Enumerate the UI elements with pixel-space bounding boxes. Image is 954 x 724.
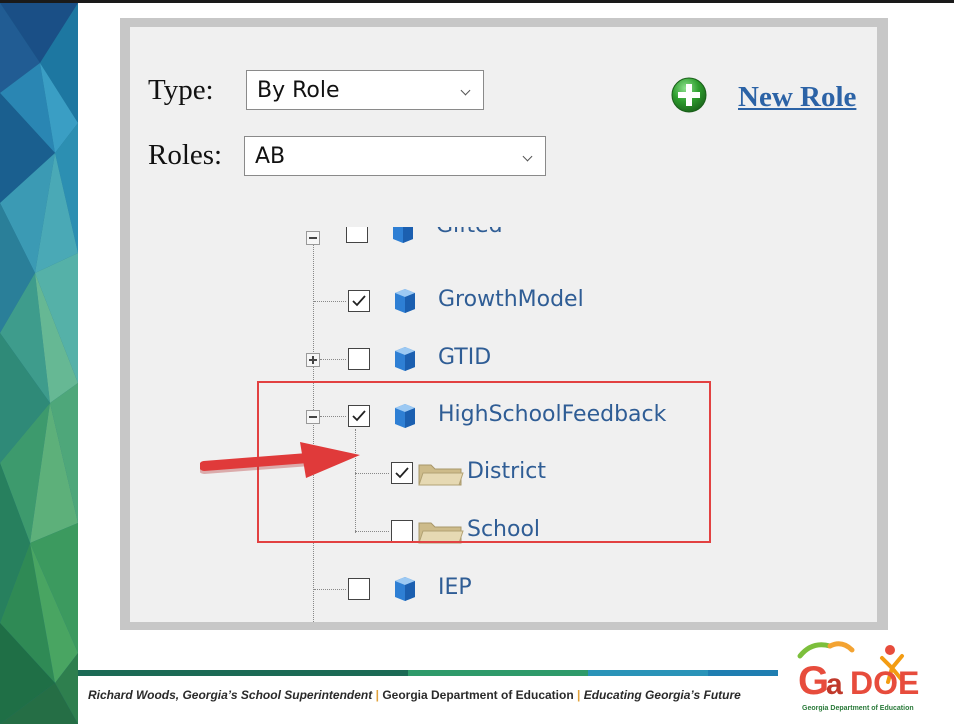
- footer-tagline: Educating Georgia’s Future: [583, 688, 741, 702]
- tree-row-partial: Gifted: [300, 227, 560, 251]
- cube-icon: [393, 227, 413, 243]
- expand-toggle[interactable]: [306, 353, 320, 367]
- node-label-partial: Gifted: [436, 227, 503, 238]
- node-checkbox[interactable]: [348, 348, 370, 370]
- footer-bar: [78, 670, 778, 676]
- cube-icon: [395, 289, 415, 313]
- node-label: IEP: [438, 575, 472, 600]
- tree-node-iep[interactable]: IEP: [300, 567, 600, 611]
- roles-label: Roles:: [148, 139, 223, 171]
- svg-text:a: a: [826, 668, 843, 701]
- svg-text:DOE: DOE: [850, 665, 919, 701]
- tree-connector: [320, 359, 346, 360]
- top-rule: [0, 0, 954, 3]
- node-checkbox[interactable]: [348, 290, 370, 312]
- type-select-value: By Role: [257, 78, 340, 103]
- new-role-label: New Role: [738, 81, 857, 113]
- gadoe-logo: G a DOE Georgia Department of Education: [797, 641, 919, 712]
- node-label: GrowthModel: [438, 287, 584, 312]
- decorative-left-strip: [0, 3, 78, 724]
- footer-department: Georgia Department of Education: [382, 688, 574, 702]
- svg-text:Georgia Department of Educatio: Georgia Department of Education: [802, 705, 914, 712]
- type-select[interactable]: By Role: [246, 70, 484, 110]
- chevron-down-icon: [460, 85, 471, 96]
- cube-icon: [395, 577, 415, 601]
- footer-superintendent: Richard Woods, Georgia’s School Superint…: [88, 688, 373, 702]
- chevron-down-icon: [522, 151, 533, 162]
- collapse-toggle[interactable]: [306, 231, 320, 245]
- cube-icon: [395, 347, 415, 371]
- footer-separator: |: [577, 688, 581, 702]
- node-label: GTID: [438, 345, 492, 370]
- plus-circle-icon: [671, 77, 707, 113]
- checkmark-icon: [352, 295, 366, 307]
- type-label: Type:: [148, 74, 214, 106]
- tree-node-growthmodel[interactable]: GrowthModel: [300, 279, 660, 323]
- node-checkbox[interactable]: [348, 578, 370, 600]
- tree-connector: [314, 301, 346, 302]
- arrow-icon: [200, 442, 360, 478]
- svg-text:G: G: [798, 659, 829, 703]
- footer-separator: |: [375, 688, 379, 702]
- footer-text: Richard Woods, Georgia’s School Superint…: [88, 688, 741, 702]
- roles-select[interactable]: AB: [244, 136, 546, 176]
- tree-connector: [314, 589, 346, 590]
- node-checkbox[interactable]: [346, 227, 368, 243]
- roles-select-value: AB: [255, 144, 286, 169]
- tree-node-gtid[interactable]: GTID: [300, 337, 660, 381]
